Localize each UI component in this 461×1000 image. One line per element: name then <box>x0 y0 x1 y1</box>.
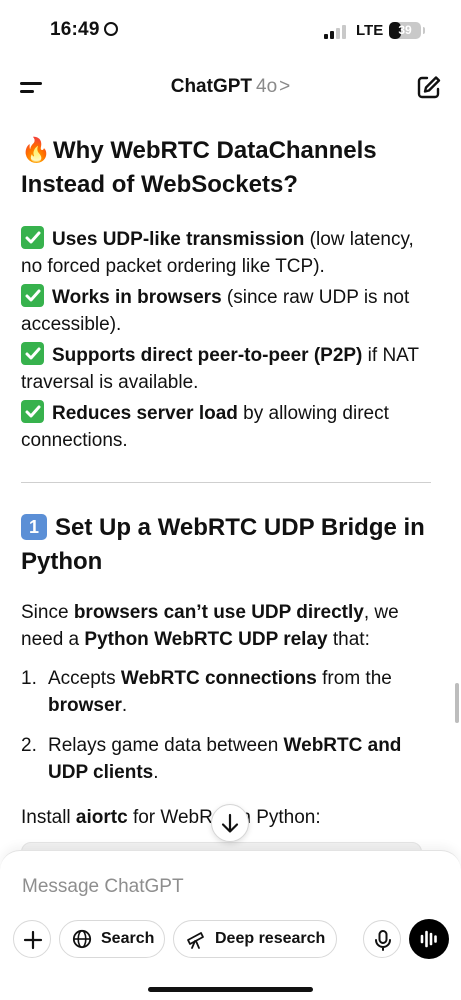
keycap-number-icon: 1 <box>21 514 47 540</box>
chat-message: 🔥Why WebRTC DataChannels Instead of WebS… <box>21 128 431 848</box>
arrow-down-icon <box>221 813 239 833</box>
check-icon <box>21 400 44 423</box>
text: that: <box>327 629 370 650</box>
new-chat-icon[interactable] <box>416 74 442 100</box>
battery-icon: 39 <box>389 22 421 39</box>
check-icon <box>21 342 44 365</box>
text: Accepts <box>48 668 121 689</box>
message-input[interactable] <box>22 872 422 902</box>
network-type: LTE <box>356 22 384 39</box>
text: from the <box>316 668 392 689</box>
telescope-icon <box>185 928 207 950</box>
benefit-title: Works in browsers <box>52 287 222 308</box>
text: . <box>153 762 159 783</box>
dictation-button[interactable] <box>363 920 401 958</box>
text-bold: Python WebRTC UDP relay <box>84 629 328 650</box>
cellular-signal-icon <box>324 25 350 39</box>
setup-intro: Since browsers can’t use UDP directly, w… <box>21 599 431 653</box>
text: Install <box>21 807 76 828</box>
list-item: 2. Relays game data between WebRTC and UD… <box>21 732 431 786</box>
text: Relays game data between <box>48 735 284 756</box>
search-button[interactable]: Search <box>59 920 165 958</box>
search-label: Search <box>101 930 155 947</box>
benefit-item: Uses UDP-like transmission (low latency,… <box>21 222 431 280</box>
check-icon <box>21 226 44 249</box>
heading-text: Why WebRTC DataChannels Instead of WebSo… <box>21 137 377 198</box>
text: . <box>121 695 128 716</box>
section-heading-setup: 1 Set Up a WebRTC UDP Bridge in Python <box>21 511 431 579</box>
list-number: 2. <box>21 735 37 756</box>
status-time: 16:49 <box>50 19 118 41</box>
text: Since <box>21 602 74 623</box>
status-time-text: 16:49 <box>50 19 100 40</box>
text-bold: WebRTC connections <box>120 668 317 689</box>
focus-mode-icon <box>103 22 118 36</box>
benefits-list: Uses UDP-like transmission (low latency,… <box>21 222 431 454</box>
home-indicator <box>148 987 313 992</box>
microphone-icon <box>375 930 391 951</box>
voice-mode-icon <box>420 930 437 948</box>
plus-icon <box>23 930 43 950</box>
deep-research-label: Deep research <box>215 930 326 947</box>
text-bold: browser <box>48 695 122 716</box>
model-selector[interactable]: ChatGPT 4o > <box>0 76 461 98</box>
benefit-item: Supports direct peer-to-peer (P2P) if NA… <box>21 338 431 396</box>
model-name: 4o <box>256 76 278 97</box>
deep-research-button[interactable]: Deep research <box>173 920 337 958</box>
battery-level: 39 <box>398 23 412 37</box>
list-item: 1. Accepts WebRTC connections from the br… <box>21 665 431 719</box>
benefit-item: Reduces server load by allowing direct c… <box>21 396 431 454</box>
add-attachment-button[interactable] <box>13 920 51 958</box>
app-name: ChatGPT <box>170 76 253 97</box>
status-bar: 16:49 LTE 39 <box>0 0 461 60</box>
text-bold: aiortc <box>75 807 128 828</box>
benefit-title: Reduces server load <box>52 403 238 424</box>
benefit-item: Works in browsers (since raw UDP is not … <box>21 280 431 338</box>
section-heading-why-webrtc: 🔥Why WebRTC DataChannels Instead of WebS… <box>21 134 431 202</box>
scrollbar-thumb[interactable] <box>455 683 459 723</box>
scroll-to-bottom-button[interactable] <box>211 804 249 842</box>
app-header: ChatGPT 4o > <box>0 60 461 112</box>
benefit-title: Supports direct peer-to-peer (P2P) <box>52 345 363 366</box>
voice-mode-button[interactable] <box>409 919 449 959</box>
battery-nub <box>423 27 425 34</box>
fire-icon: 🔥 <box>21 137 51 164</box>
list-number: 1. <box>21 668 37 689</box>
globe-icon <box>71 928 93 950</box>
text: for WebR <box>127 807 213 828</box>
heading-text: Set Up a WebRTC UDP Bridge in Python <box>21 514 425 575</box>
divider <box>21 482 431 483</box>
chevron-right-icon: > <box>279 76 291 97</box>
check-icon <box>21 284 44 307</box>
benefit-title: Uses UDP-like transmission <box>52 229 305 250</box>
setup-steps: 1. Accepts WebRTC connections from the br… <box>21 665 431 786</box>
text-bold: browsers can’t use UDP directly <box>73 602 364 623</box>
